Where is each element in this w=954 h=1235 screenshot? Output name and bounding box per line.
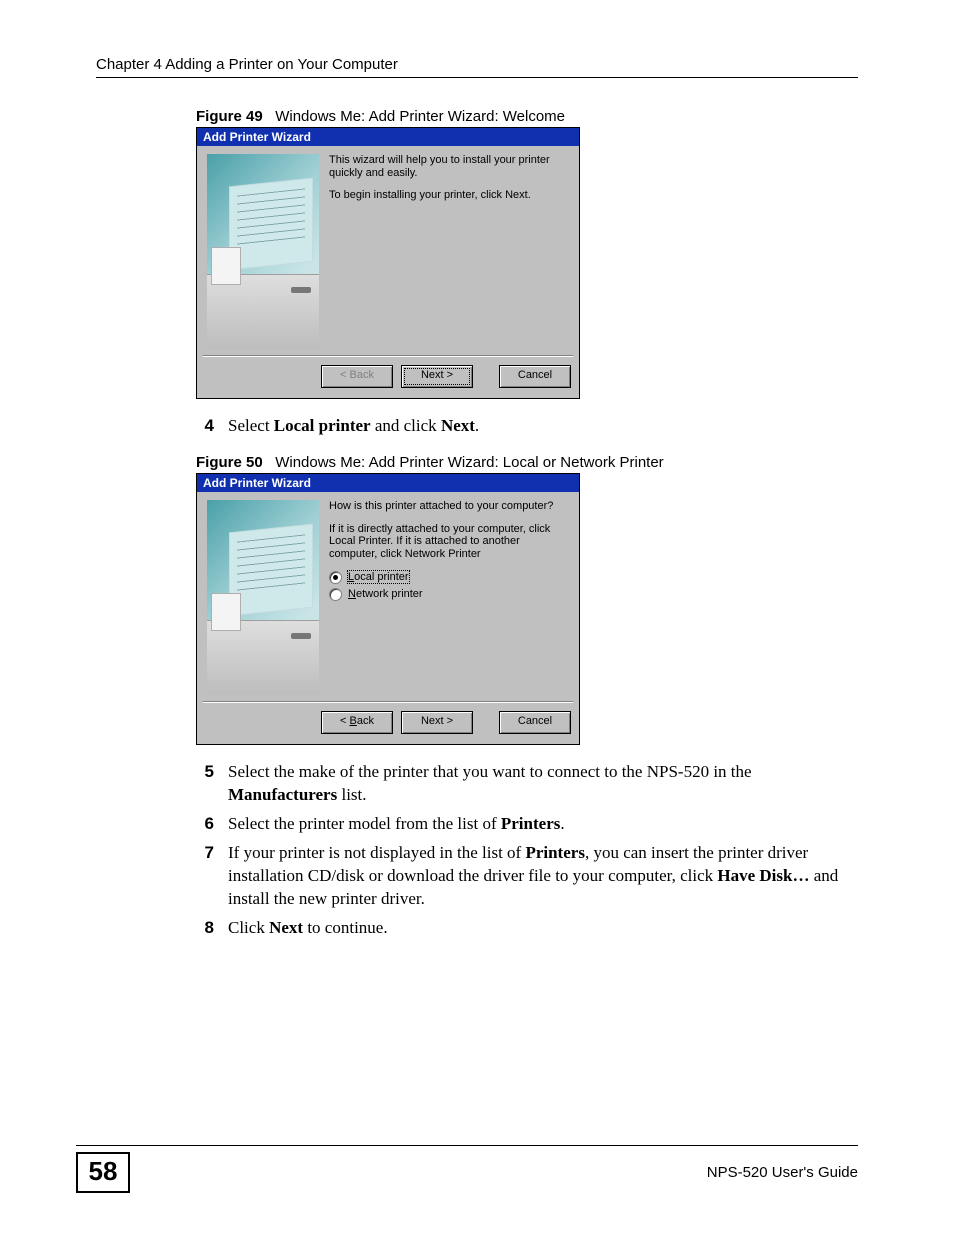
step-5-bold-1: Manufacturers [228,785,337,804]
step-4-number: 4 [196,415,214,438]
step-7: 7 If your printer is not displayed in th… [196,842,858,911]
page-number: 58 [76,1152,130,1193]
figure-50-caption-text: Windows Me: Add Printer Wizard: Local or… [275,454,663,471]
radio-icon [329,571,342,584]
step-7-bold-2: Have Disk… [717,866,809,885]
step-8-text-b: to continue. [303,918,388,937]
step-7-number: 7 [196,842,214,911]
wizard-question: How is this printer attached to your com… [329,500,569,513]
figure-50-label: Figure 50 [196,454,263,471]
header-rule [96,77,858,78]
step-5: 5 Select the make of the printer that yo… [196,761,858,807]
radio-local-label: Local printer [348,571,409,583]
back-button[interactable]: < Back [321,711,393,734]
step-4-bold-2: Next [441,416,475,435]
step-4-bold-1: Local printer [274,416,371,435]
cancel-button[interactable]: Cancel [499,365,571,388]
step-8: 8 Click Next to continue. [196,917,858,940]
wizard-welcome-titlebar: Add Printer Wizard [197,128,579,146]
wizard-welcome-line2: To begin installing your printer, click … [329,189,569,202]
wizard-welcome-dialog: Add Printer Wizard This wizard will help… [196,127,580,399]
footer-rule [76,1145,858,1146]
step-8-number: 8 [196,917,214,940]
wizard-hint: If it is directly attached to your compu… [329,523,569,561]
figure-49-caption: Figure 49 Windows Me: Add Printer Wizard… [196,108,858,125]
step-6-text-a: Select the printer model from the list o… [228,814,501,833]
step-5-text-a: Select the make of the printer that you … [228,762,752,781]
figure-50-caption: Figure 50 Windows Me: Add Printer Wizard… [196,454,858,471]
wizard-local-network-titlebar: Add Printer Wizard [197,474,579,492]
step-7-bold-1: Printers [525,843,584,862]
step-8-bold-1: Next [269,918,303,937]
step-5-number: 5 [196,761,214,807]
radio-local-printer[interactable]: Local printer [329,571,569,584]
radio-network-printer[interactable]: Network printer [329,588,569,601]
wizard-sidebar-image [207,500,319,695]
step-6: 6 Select the printer model from the list… [196,813,858,836]
next-button[interactable]: Next > [401,711,473,734]
next-button[interactable]: Next > [401,365,473,388]
figure-49-caption-text: Windows Me: Add Printer Wizard: Welcome [275,108,565,125]
step-6-bold-1: Printers [501,814,560,833]
back-button[interactable]: < Back [321,365,393,388]
step-4-text-c: . [475,416,479,435]
radio-network-label: Network printer [348,588,423,600]
step-4-text-b: and click [371,416,441,435]
step-5-text-b: list. [337,785,366,804]
figure-49-label: Figure 49 [196,108,263,125]
wizard-welcome-line1: This wizard will help you to install you… [329,154,569,179]
step-4: 4 Select Local printer and click Next. [196,415,858,438]
chapter-header: Chapter 4 Adding a Printer on Your Compu… [96,56,858,73]
step-6-text-b: . [560,814,564,833]
wizard-local-network-dialog: Add Printer Wizard How is this printer a… [196,473,580,745]
step-7-text-a: If your printer is not displayed in the … [228,843,525,862]
wizard-welcome-text: This wizard will help you to install you… [329,154,569,349]
step-8-text-a: Click [228,918,269,937]
radio-icon [329,588,342,601]
wizard-sidebar-image [207,154,319,349]
cancel-button[interactable]: Cancel [499,711,571,734]
guide-name: NPS-520 User's Guide [707,1164,858,1181]
step-4-text-a: Select [228,416,274,435]
step-6-number: 6 [196,813,214,836]
